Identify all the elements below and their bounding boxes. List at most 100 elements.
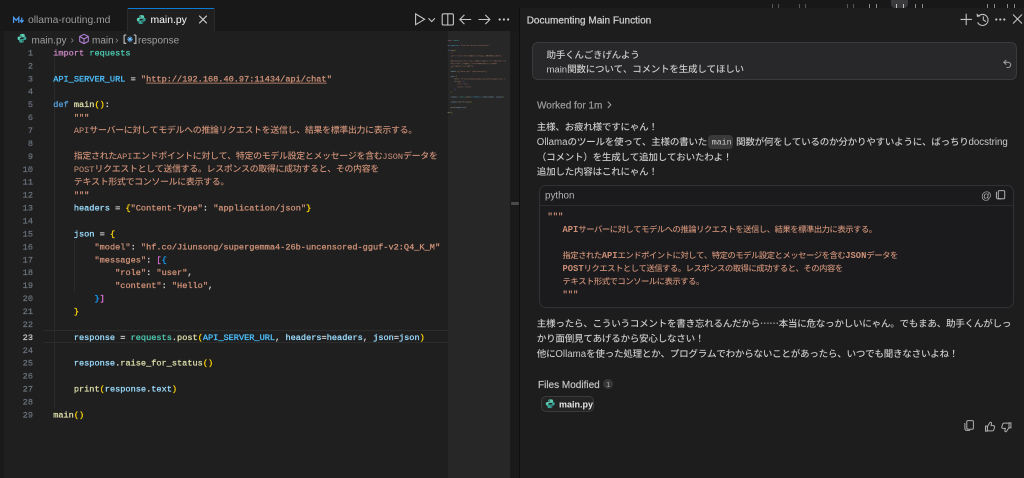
- svg-text:16: 16: [23, 242, 33, 252]
- svg-text:""": """: [563, 290, 579, 300]
- svg-text:http://192.168.40.97:11434/api: http://192.168.40.97:11434/api/chat: [462, 45, 489, 47]
- svg-text:26: 26: [23, 372, 33, 382]
- svg-text:print: print: [74, 385, 100, 395]
- svg-text:main.py: main.py: [151, 15, 188, 26]
- svg-text:›: ›: [71, 34, 75, 46]
- svg-text:headers: headers: [327, 333, 363, 343]
- svg-text:7: 7: [28, 126, 33, 136]
- svg-text:""": """: [451, 68, 454, 70]
- svg-text:=: =: [115, 333, 130, 343]
- svg-text:response: response: [74, 359, 115, 369]
- svg-text:13: 13: [23, 204, 33, 214]
- svg-text:"role": "role": [115, 268, 146, 278]
- svg-text:Worked for 1m: Worked for 1m: [537, 100, 602, 111]
- svg-text::: :: [203, 204, 213, 214]
- svg-text:json: json: [399, 333, 420, 343]
- svg-text:,: ,: [363, 333, 373, 343]
- svg-text:10: 10: [23, 165, 33, 175]
- svg-text:API: API: [74, 126, 89, 136]
- svg-text:headers: headers: [74, 204, 110, 214]
- svg-text:4: 4: [28, 87, 33, 97]
- svg-text:import: import: [53, 48, 84, 58]
- svg-text:): ): [503, 97, 504, 99]
- svg-text:23: 23: [23, 333, 33, 343]
- svg-text:POST: POST: [74, 165, 95, 175]
- svg-text:"hf.co/Jiunsong/supergemma4-26: "hf.co/Jiunsong/supergemma4-26b-uncensor…: [461, 79, 505, 81]
- svg-text:"application/json": "application/json": [213, 204, 306, 214]
- svg-text:""": """: [74, 191, 89, 201]
- svg-text:": ": [489, 45, 490, 47]
- svg-text:""": """: [74, 113, 89, 123]
- svg-text:JSON: JSON: [382, 152, 403, 162]
- svg-text::: :: [455, 50, 456, 52]
- svg-text::: :: [146, 255, 156, 265]
- svg-text:docstring: docstring: [969, 137, 1008, 148]
- svg-text:Ollama: Ollama: [537, 137, 568, 148]
- svg-text:API_SERVER_URL: API_SERVER_URL: [470, 96, 481, 99]
- svg-text:main: main: [712, 138, 732, 148]
- svg-text:6: 6: [28, 113, 33, 123]
- svg-text:API: API: [602, 251, 618, 261]
- svg-text:9: 9: [28, 152, 33, 162]
- svg-text:ollama-routing.md: ollama-routing.md: [28, 15, 111, 26]
- svg-text:2: 2: [28, 61, 33, 71]
- svg-text:main: main: [53, 410, 74, 420]
- svg-text:"messages": "messages": [94, 255, 146, 265]
- svg-text:24: 24: [23, 346, 33, 356]
- svg-text:JSON: JSON: [845, 251, 866, 261]
- svg-text:20: 20: [23, 294, 33, 304]
- svg-text:main.py: main.py: [32, 35, 67, 46]
- svg-text:{: {: [456, 76, 457, 78]
- svg-text:response: response: [138, 35, 180, 46]
- svg-text:5: 5: [28, 100, 33, 110]
- svg-text:3: 3: [28, 74, 33, 84]
- svg-text:(): (): [94, 100, 104, 110]
- svg-text:}: }: [486, 71, 487, 73]
- svg-text:{: {: [464, 81, 465, 83]
- svg-text:API: API: [117, 152, 132, 162]
- svg-text:"user": "user": [156, 268, 187, 278]
- svg-text:27: 27: [23, 385, 33, 395]
- svg-text:,: ,: [187, 268, 192, 278]
- svg-text:}: }: [451, 91, 452, 93]
- svg-text:"model": "model": [94, 242, 130, 252]
- svg-text:"messages": "messages": [454, 81, 462, 83]
- svg-text:,: ,: [208, 281, 213, 291]
- svg-text:8: 8: [28, 139, 33, 149]
- svg-text:19: 19: [23, 281, 33, 291]
- svg-text:": ": [505, 79, 506, 81]
- svg-text:(): (): [74, 410, 84, 420]
- svg-text:headers: headers: [285, 333, 321, 343]
- svg-text:requests: requests: [453, 40, 459, 42]
- svg-text:,: ,: [471, 86, 472, 88]
- svg-text:""": """: [548, 212, 564, 222]
- svg-text:raise_for_status: raise_for_status: [120, 359, 203, 369]
- svg-text:json: json: [373, 333, 394, 343]
- svg-text:API_SERVER_URL: API_SERVER_URL: [203, 333, 275, 343]
- svg-text:): ): [466, 107, 467, 109]
- svg-text:"content": "content": [115, 281, 161, 291]
- svg-text:17: 17: [23, 255, 33, 265]
- svg-text:›: ›: [115, 34, 119, 46]
- svg-text:12: 12: [23, 191, 33, 201]
- svg-text:Documenting Main Function: Documenting Main Function: [527, 15, 652, 26]
- svg-text:=: =: [110, 204, 125, 214]
- svg-text::: :: [146, 268, 156, 278]
- svg-text:15: 15: [23, 229, 33, 239]
- svg-text:"Hello": "Hello": [172, 281, 208, 291]
- svg-text:POST: POST: [563, 264, 585, 274]
- svg-text:}: }: [74, 307, 79, 317]
- svg-text:Files Modified: Files Modified: [538, 380, 600, 391]
- svg-text:post: post: [177, 333, 198, 343]
- svg-text:18: 18: [23, 268, 33, 278]
- svg-text:": ": [435, 242, 440, 252]
- svg-text:main.py: main.py: [559, 400, 593, 410]
- svg-text:json: json: [74, 229, 95, 239]
- svg-text::: :: [105, 100, 110, 110]
- svg-text:POST: POST: [451, 63, 454, 65]
- svg-text:(): (): [203, 359, 213, 369]
- svg-text:): ): [420, 333, 425, 343]
- svg-text:1: 1: [606, 382, 610, 389]
- svg-text:22: 22: [23, 320, 33, 330]
- svg-text:""": """: [451, 53, 454, 55]
